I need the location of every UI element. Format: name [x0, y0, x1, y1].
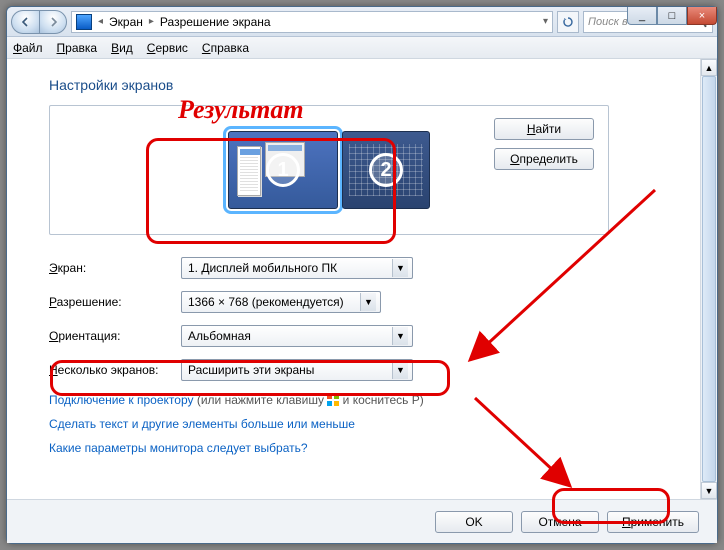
display-icon	[76, 14, 92, 30]
cancel-button[interactable]: Отмена	[521, 511, 599, 533]
links-area: Подключение к проектору (или нажмите кла…	[49, 393, 689, 455]
monitor-preview-area: 1 2 Найти Определить	[49, 105, 609, 235]
scroll-thumb[interactable]	[702, 76, 716, 482]
chevron-down-icon: ▼	[392, 361, 408, 379]
chevron-down-icon: ▼	[360, 293, 376, 311]
display-settings-window: ◂ Экран ▸ Разрешение экрана ▾ Поиск в па…	[6, 6, 718, 544]
chevron-down-icon: ▼	[392, 327, 408, 345]
titlebar: ◂ Экран ▸ Разрешение экрана ▾ Поиск в па…	[7, 7, 717, 37]
orientation-combo[interactable]: Альбомная ▼	[181, 325, 413, 347]
scroll-down-icon[interactable]: ▼	[701, 482, 717, 499]
scroll-up-icon[interactable]: ▲	[701, 59, 717, 76]
apply-button[interactable]: Применить	[607, 511, 699, 533]
menu-tools[interactable]: Сервис	[147, 41, 188, 55]
monitor-number: 1	[266, 153, 300, 187]
page-title: Настройки экранов	[49, 77, 689, 93]
refresh-button[interactable]	[557, 11, 579, 33]
menu-view[interactable]: Вид	[111, 41, 133, 55]
breadcrumb-chevron-icon: ▸	[149, 16, 154, 27]
monitor-2[interactable]: 2	[342, 131, 430, 209]
window-icon	[237, 146, 261, 196]
monitor-number: 2	[369, 153, 403, 187]
detect-button[interactable]: Определить	[494, 148, 594, 170]
minimize-button[interactable]: _	[627, 7, 657, 25]
which-monitor-link[interactable]: Какие параметры монитора следует выбрать…	[49, 441, 308, 455]
ok-button[interactable]: OK	[435, 511, 513, 533]
display-combo[interactable]: 1. Дисплей мобильного ПК ▼	[181, 257, 413, 279]
multiple-displays-combo[interactable]: Расширить эти экраны ▼	[181, 359, 413, 381]
textsize-link[interactable]: Сделать текст и другие элементы больше и…	[49, 417, 355, 431]
resolution-combo[interactable]: 1366 × 768 (рекомендуется) ▼	[181, 291, 381, 313]
close-button[interactable]: ×	[687, 7, 717, 25]
find-button[interactable]: Найти	[494, 118, 594, 140]
menu-help[interactable]: Справка	[202, 41, 249, 55]
multiple-displays-label: Несколько экранов:	[49, 363, 181, 377]
scrollbar[interactable]: ▲ ▼	[700, 59, 717, 499]
breadcrumb-item[interactable]: Разрешение экрана	[160, 15, 271, 29]
menu-edit[interactable]: Правка	[57, 41, 98, 55]
display-label: Экран:	[49, 261, 181, 275]
dialog-buttons: OK Отмена Применить	[7, 499, 717, 543]
content-area: Настройки экранов 1 2 Найти Определить	[7, 59, 717, 499]
menu-file[interactable]: Файл	[13, 41, 43, 55]
scroll-track[interactable]	[701, 76, 717, 482]
nav-forward-button[interactable]	[39, 10, 67, 34]
dropdown-icon[interactable]: ▾	[543, 16, 548, 27]
breadcrumb-item[interactable]: Экран	[109, 15, 143, 29]
breadcrumb-chevron-icon: ◂	[98, 16, 103, 27]
resolution-label: Разрешение:	[49, 295, 181, 309]
menubar: Файл Правка Вид Сервис Справка	[7, 37, 717, 59]
address-bar[interactable]: ◂ Экран ▸ Разрешение экрана ▾	[71, 11, 553, 33]
windows-logo-icon	[327, 394, 339, 406]
projector-link[interactable]: Подключение к проектору	[49, 393, 194, 407]
nav-back-button[interactable]	[11, 10, 39, 34]
chevron-down-icon: ▼	[392, 259, 408, 277]
maximize-button[interactable]: □	[657, 7, 687, 25]
monitor-1[interactable]: 1	[228, 131, 338, 209]
orientation-label: Ориентация:	[49, 329, 181, 343]
